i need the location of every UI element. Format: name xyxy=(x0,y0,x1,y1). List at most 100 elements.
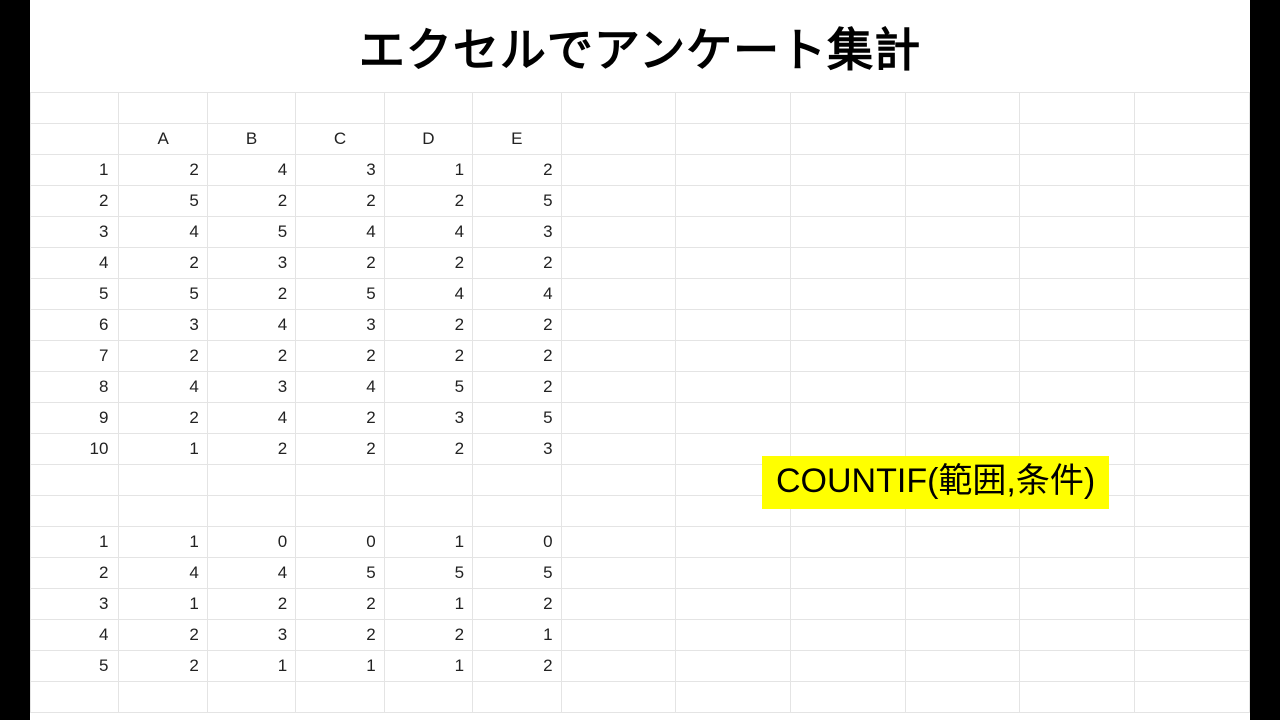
cell[interactable]: 5 xyxy=(207,217,295,248)
col-header[interactable]: C xyxy=(296,124,384,155)
row-index[interactable]: 2 xyxy=(31,558,119,589)
cell[interactable]: 2 xyxy=(296,403,384,434)
cell[interactable]: 3 xyxy=(207,620,295,651)
cell[interactable]: 2 xyxy=(473,155,561,186)
cell[interactable]: 4 xyxy=(473,279,561,310)
cell[interactable]: 2 xyxy=(296,248,384,279)
grid-table: A B C D E 1 2 4 3 1 2 2 5 2 2 xyxy=(30,92,1250,713)
cell[interactable]: 2 xyxy=(119,248,207,279)
summary-row: 3 1 2 2 1 2 xyxy=(31,589,1250,620)
cell[interactable]: 2 xyxy=(119,403,207,434)
row-index[interactable]: 9 xyxy=(31,403,119,434)
cell[interactable]: 4 xyxy=(207,558,295,589)
cell[interactable]: 1 xyxy=(384,527,472,558)
cell[interactable]: 2 xyxy=(384,341,472,372)
cell[interactable]: 5 xyxy=(473,558,561,589)
cell[interactable]: 4 xyxy=(119,558,207,589)
cell[interactable]: 4 xyxy=(207,155,295,186)
cell[interactable]: 5 xyxy=(384,372,472,403)
row-index[interactable]: 1 xyxy=(31,155,119,186)
cell[interactable]: 2 xyxy=(384,434,472,465)
cell[interactable]: 4 xyxy=(384,217,472,248)
row-index[interactable]: 3 xyxy=(31,217,119,248)
cell[interactable]: 5 xyxy=(296,558,384,589)
cell[interactable]: 2 xyxy=(473,341,561,372)
row-index[interactable]: 10 xyxy=(31,434,119,465)
cell[interactable]: 2 xyxy=(207,434,295,465)
cell[interactable]: 2 xyxy=(384,186,472,217)
cell[interactable]: 2 xyxy=(207,341,295,372)
cell[interactable]: 2 xyxy=(296,589,384,620)
row-index[interactable]: 2 xyxy=(31,186,119,217)
cell[interactable]: 2 xyxy=(473,248,561,279)
cell[interactable]: 4 xyxy=(296,372,384,403)
cell[interactable]: 1 xyxy=(384,651,472,682)
cell[interactable]: 2 xyxy=(296,620,384,651)
cell[interactable]: 5 xyxy=(119,186,207,217)
cell[interactable]: 5 xyxy=(119,279,207,310)
cell[interactable]: 5 xyxy=(473,186,561,217)
cell[interactable]: 2 xyxy=(473,651,561,682)
cell[interactable]: 5 xyxy=(296,279,384,310)
cell[interactable]: 3 xyxy=(473,217,561,248)
cell[interactable]: 2 xyxy=(119,341,207,372)
col-header[interactable]: E xyxy=(473,124,561,155)
cell[interactable]: 1 xyxy=(119,527,207,558)
row-index[interactable]: 4 xyxy=(31,248,119,279)
table-row: 9 2 4 2 3 5 xyxy=(31,403,1250,434)
row-index[interactable]: 3 xyxy=(31,589,119,620)
cell[interactable]: 2 xyxy=(296,434,384,465)
row-index[interactable]: 1 xyxy=(31,527,119,558)
cell[interactable]: 1 xyxy=(207,651,295,682)
summary-row: 2 4 4 5 5 5 xyxy=(31,558,1250,589)
cell[interactable]: 4 xyxy=(119,217,207,248)
col-header[interactable]: A xyxy=(119,124,207,155)
cell[interactable]: 2 xyxy=(384,310,472,341)
cell[interactable]: 2 xyxy=(473,310,561,341)
cell[interactable]: 2 xyxy=(119,651,207,682)
cell[interactable]: 1 xyxy=(296,651,384,682)
row-index[interactable]: 7 xyxy=(31,341,119,372)
col-header[interactable]: D xyxy=(384,124,472,155)
row-index[interactable]: 5 xyxy=(31,279,119,310)
cell[interactable]: 2 xyxy=(119,620,207,651)
cell[interactable]: 3 xyxy=(473,434,561,465)
row-index[interactable]: 8 xyxy=(31,372,119,403)
col-header[interactable]: B xyxy=(207,124,295,155)
table-row: 7 2 2 2 2 2 xyxy=(31,341,1250,372)
cell[interactable]: 4 xyxy=(384,279,472,310)
cell[interactable]: 1 xyxy=(384,155,472,186)
row-index[interactable]: 6 xyxy=(31,310,119,341)
cell[interactable]: 2 xyxy=(384,248,472,279)
cell[interactable]: 5 xyxy=(473,403,561,434)
cell[interactable]: 2 xyxy=(296,341,384,372)
cell[interactable]: 2 xyxy=(119,155,207,186)
cell[interactable]: 4 xyxy=(296,217,384,248)
cell[interactable]: 4 xyxy=(207,310,295,341)
cell[interactable]: 2 xyxy=(207,589,295,620)
cell[interactable]: 2 xyxy=(384,620,472,651)
cell[interactable]: 0 xyxy=(296,527,384,558)
cell[interactable]: 2 xyxy=(473,372,561,403)
cell[interactable]: 1 xyxy=(119,434,207,465)
cell[interactable]: 2 xyxy=(296,186,384,217)
cell[interactable]: 0 xyxy=(207,527,295,558)
cell[interactable]: 3 xyxy=(207,372,295,403)
cell[interactable]: 2 xyxy=(207,186,295,217)
cell[interactable]: 1 xyxy=(384,589,472,620)
cell[interactable]: 0 xyxy=(473,527,561,558)
cell[interactable]: 5 xyxy=(384,558,472,589)
cell[interactable]: 3 xyxy=(207,248,295,279)
cell[interactable]: 1 xyxy=(473,620,561,651)
cell[interactable]: 1 xyxy=(119,589,207,620)
cell[interactable]: 3 xyxy=(296,155,384,186)
cell[interactable]: 3 xyxy=(384,403,472,434)
cell[interactable]: 4 xyxy=(119,372,207,403)
row-index[interactable]: 5 xyxy=(31,651,119,682)
cell[interactable]: 4 xyxy=(207,403,295,434)
cell[interactable]: 3 xyxy=(119,310,207,341)
cell[interactable]: 2 xyxy=(207,279,295,310)
cell[interactable]: 2 xyxy=(473,589,561,620)
cell[interactable]: 3 xyxy=(296,310,384,341)
row-index[interactable]: 4 xyxy=(31,620,119,651)
